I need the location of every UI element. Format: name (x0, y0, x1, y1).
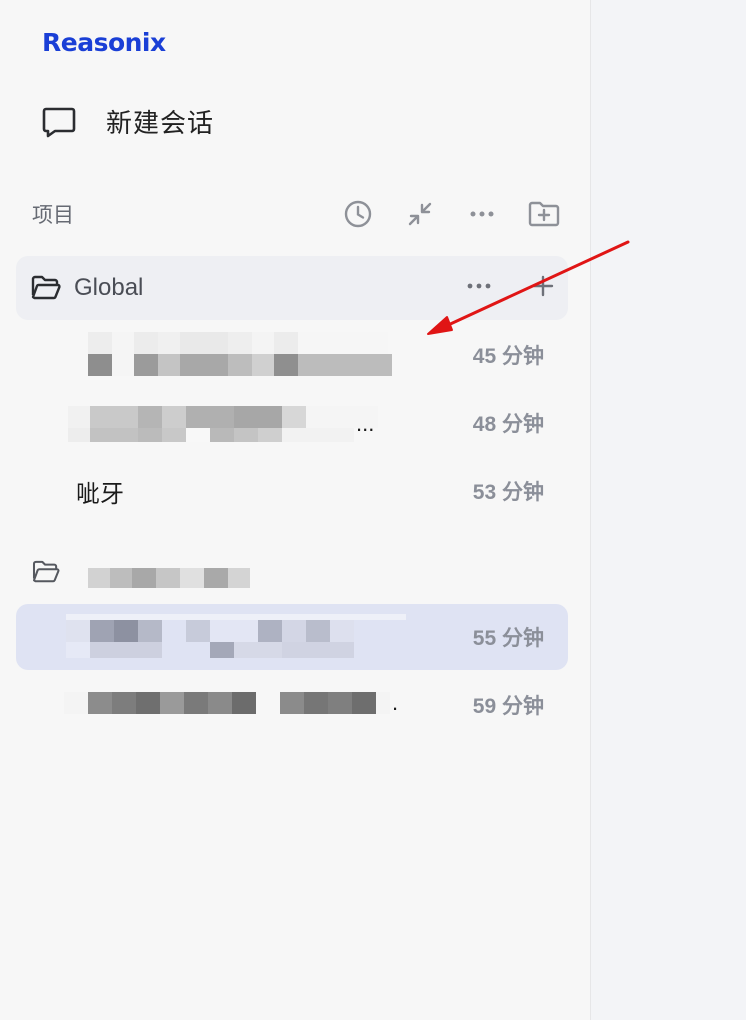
folder-actions (464, 256, 558, 320)
chat-bubble-icon (40, 102, 78, 140)
projects-header: 项目 (32, 194, 562, 234)
redacted-title (88, 332, 392, 376)
redacted-title: . (64, 690, 398, 716)
item-time: 59 分钟 (472, 695, 544, 718)
item-title: 呲牙 (76, 480, 124, 508)
redacted-title: ... (68, 406, 378, 442)
item-time: 45 分钟 (472, 345, 544, 368)
folder-add-icon[interactable] (528, 271, 558, 306)
item-time: 53 分钟 (472, 481, 544, 504)
new-chat-label: 新建会话 (106, 107, 215, 138)
collapse-icon[interactable] (402, 196, 438, 232)
conversation-item[interactable]: 45 分钟 (16, 322, 568, 388)
new-chat-button[interactable]: 新建会话 (40, 96, 214, 146)
new-folder-icon[interactable] (526, 196, 562, 232)
conversation-item-selected[interactable]: 55 分钟 (16, 604, 568, 670)
folder-name: Global (74, 274, 144, 301)
brand-name: Reasonix (42, 27, 166, 57)
sidebar: Reasonix 新建会话 项目 Global 45 分钟 ... 48 分钟 … (0, 0, 591, 1020)
conversation-item[interactable]: ... 48 分钟 (16, 390, 568, 456)
redacted-title (66, 614, 406, 658)
folder-open-icon (30, 272, 62, 304)
more-icon[interactable] (464, 196, 500, 232)
conversation-item[interactable]: 呲牙 53 分钟 (16, 458, 568, 524)
clock-icon[interactable] (340, 196, 376, 232)
conversation-item[interactable]: . 59 分钟 (16, 672, 568, 738)
projects-toolbar (340, 194, 562, 234)
item-time: 55 分钟 (472, 627, 544, 650)
folder-global[interactable]: Global (16, 256, 568, 320)
redacted-folder-name (88, 568, 250, 588)
folder-open-icon (30, 556, 62, 588)
main-panel (591, 0, 746, 1020)
folder-more-icon[interactable] (464, 271, 494, 306)
brand-logo[interactable]: Reasonix (42, 24, 166, 60)
projects-title: 项目 (32, 204, 74, 227)
folder-redacted[interactable] (16, 540, 568, 604)
item-time: 48 分钟 (472, 413, 544, 436)
